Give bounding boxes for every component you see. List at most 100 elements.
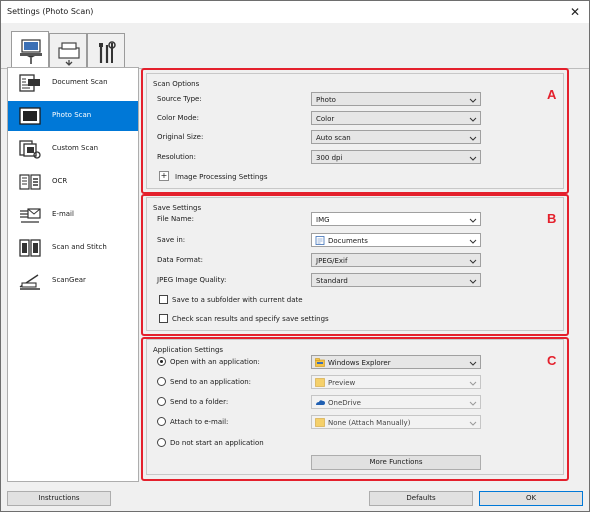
close-icon[interactable]: ✕: [567, 4, 583, 20]
nav-item-ocr[interactable]: OCR: [8, 167, 138, 197]
scan-type-list: Document Scan Photo Scan Custom Scan OCR…: [7, 67, 139, 482]
dropdown-value: Standard: [316, 277, 348, 285]
nav-label: E-mail: [52, 210, 74, 218]
chevron-down-icon: [469, 117, 477, 122]
chevron-down-icon: [469, 239, 477, 244]
scan-and-stitch-icon: [19, 239, 41, 257]
open-with-app-radio[interactable]: [157, 357, 166, 366]
dropdown-value: OneDrive: [328, 399, 361, 407]
tab-bar: [1, 23, 589, 70]
settings-window: Settings (Photo Scan) ✕ Document Scan Ph…: [0, 0, 590, 512]
dropdown-value: IMG: [316, 216, 330, 224]
tab-scan-from-computer[interactable]: [11, 31, 49, 70]
original-size-select[interactable]: Auto scan: [311, 130, 481, 144]
chevron-down-icon: [469, 421, 477, 426]
no-app-radio[interactable]: [157, 438, 166, 447]
send-to-app-label[interactable]: Send to an application:: [170, 378, 251, 386]
subfolder-checkbox[interactable]: [159, 295, 168, 304]
scan-from-operation-panel-icon: [58, 42, 80, 66]
group-title: Scan Options: [153, 80, 200, 88]
jpeg-quality-select[interactable]: Standard: [311, 273, 481, 287]
document-scan-icon: [19, 74, 40, 92]
file-name-combobox[interactable]: IMG: [311, 212, 481, 226]
more-functions-button[interactable]: More Functions: [311, 455, 481, 470]
save-settings-group: Save Settings File Name: IMG Save in: Do…: [146, 197, 564, 331]
source-type-label: Source Type:: [157, 95, 202, 103]
photo-scan-icon: [19, 107, 41, 125]
nav-item-scangear[interactable]: ScanGear: [8, 266, 138, 296]
preview-app-icon: [315, 378, 325, 387]
instructions-button[interactable]: Instructions: [7, 491, 111, 506]
resolution-label: Resolution:: [157, 153, 196, 161]
attach-email-label[interactable]: Attach to e-mail:: [170, 418, 228, 426]
chevron-down-icon: [469, 401, 477, 406]
chevron-down-icon: [469, 361, 477, 366]
file-name-label: File Name:: [157, 215, 194, 223]
color-mode-label: Color Mode:: [157, 114, 199, 122]
send-to-folder-radio[interactable]: [157, 397, 166, 406]
dropdown-value: Auto scan: [316, 134, 351, 142]
dropdown-value: Documents: [328, 237, 368, 245]
chevron-down-icon: [469, 259, 477, 264]
attach-manually-icon: [315, 418, 325, 427]
chevron-down-icon: [469, 136, 477, 141]
chevron-down-icon: [469, 381, 477, 386]
nav-label: Scan and Stitch: [52, 243, 107, 251]
open-with-app-select[interactable]: Windows Explorer: [311, 355, 481, 369]
color-mode-select[interactable]: Color: [311, 111, 481, 125]
check-results-checkbox[interactable]: [159, 314, 168, 323]
ocr-icon: [19, 174, 41, 190]
dropdown-value: Color: [316, 115, 335, 123]
send-to-folder-label[interactable]: Send to a folder:: [170, 398, 228, 406]
data-format-select[interactable]: JPEG/Exif: [311, 253, 481, 267]
scan-options-group: Scan Options Source Type: Photo Color Mo…: [146, 73, 564, 189]
scangear-icon: [19, 274, 40, 290]
no-app-label[interactable]: Do not start an application: [170, 439, 264, 447]
dropdown-value: Preview: [328, 379, 356, 387]
open-with-app-label[interactable]: Open with an application:: [170, 358, 260, 366]
chevron-down-icon: [469, 279, 477, 284]
general-settings-icon: [99, 41, 116, 63]
email-icon: [20, 208, 41, 223]
data-format-label: Data Format:: [157, 256, 203, 264]
nav-item-document-scan[interactable]: Document Scan: [8, 68, 138, 98]
tab-scan-from-operation-panel[interactable]: [49, 33, 87, 69]
attach-email-radio[interactable]: [157, 417, 166, 426]
resolution-select[interactable]: 300 dpi: [311, 150, 481, 164]
check-results-label[interactable]: Check scan results and specify save sett…: [172, 315, 329, 323]
custom-scan-icon: [19, 140, 41, 159]
nav-item-scan-and-stitch[interactable]: Scan and Stitch: [8, 233, 138, 263]
send-to-folder-select[interactable]: OneDrive: [311, 395, 481, 409]
send-to-app-select[interactable]: Preview: [311, 375, 481, 389]
documents-folder-icon: [315, 236, 325, 245]
application-settings-group: Application Settings Open with an applic…: [146, 339, 564, 475]
onedrive-cloud-icon: [316, 400, 325, 405]
tab-general-settings[interactable]: [87, 33, 125, 69]
scan-from-computer-icon: [20, 39, 42, 64]
window-title: Settings (Photo Scan): [7, 7, 94, 16]
expand-toggle[interactable]: +: [159, 171, 169, 181]
save-in-select[interactable]: Documents: [311, 233, 481, 247]
dropdown-value: None (Attach Manually): [328, 419, 411, 427]
nav-label: ScanGear: [52, 276, 86, 284]
nav-label: Custom Scan: [52, 144, 99, 152]
nav-item-photo-scan[interactable]: Photo Scan: [8, 101, 138, 131]
windows-explorer-icon: [315, 358, 325, 367]
source-type-select[interactable]: Photo: [311, 92, 481, 106]
attach-email-select[interactable]: None (Attach Manually): [311, 415, 481, 429]
dropdown-value: Windows Explorer: [328, 359, 391, 367]
ok-button[interactable]: OK: [479, 491, 583, 506]
title-bar: Settings (Photo Scan) ✕: [1, 1, 589, 23]
subfolder-label[interactable]: Save to a subfolder with current date: [172, 296, 303, 304]
group-title: Save Settings: [153, 204, 202, 212]
defaults-button[interactable]: Defaults: [369, 491, 473, 506]
nav-label: Photo Scan: [52, 111, 92, 119]
nav-item-custom-scan[interactable]: Custom Scan: [8, 134, 138, 164]
nav-item-email[interactable]: E-mail: [8, 200, 138, 230]
original-size-label: Original Size:: [157, 133, 204, 141]
nav-label: OCR: [52, 177, 68, 185]
image-processing-label[interactable]: Image Processing Settings: [175, 173, 267, 181]
nav-label: Document Scan: [52, 78, 108, 86]
group-title: Application Settings: [153, 346, 224, 354]
send-to-app-radio[interactable]: [157, 377, 166, 386]
